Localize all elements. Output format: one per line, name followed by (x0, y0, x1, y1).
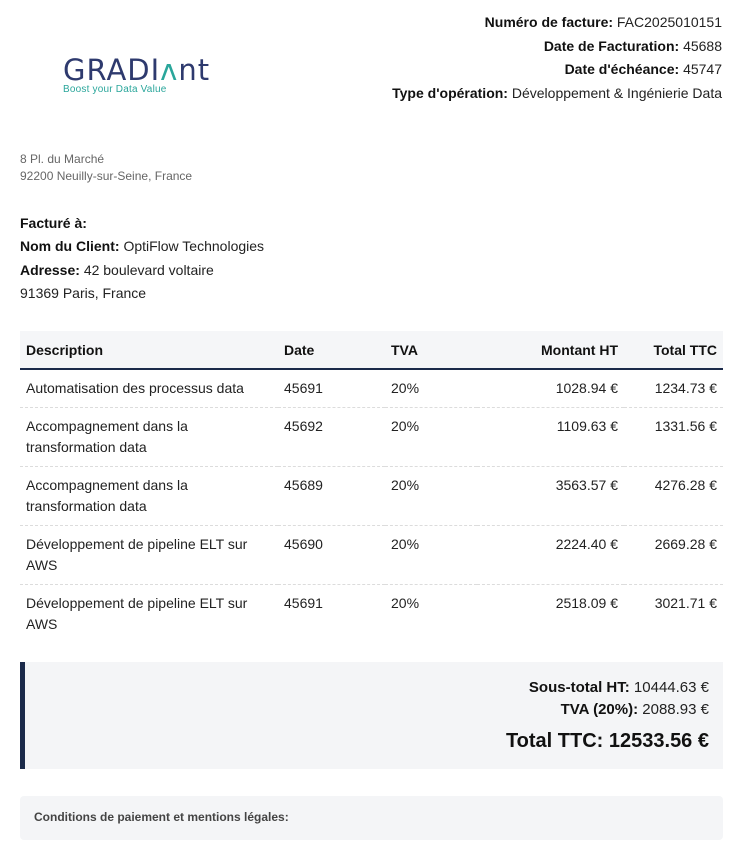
due-date: 45747 (683, 61, 722, 77)
invoice-number-row: Numéro de facture: FAC2025010151 (484, 14, 722, 30)
table-row: Automatisation des processus data 45691 … (20, 369, 723, 408)
row-tva: 20% (385, 525, 477, 585)
row-tva: 20% (385, 466, 477, 526)
subtotal-row: Sous-total HT: 10444.63 € (528, 679, 709, 696)
client-address-line2: 91369 Paris, France (20, 284, 147, 301)
row-tva: 20% (385, 369, 477, 408)
billed-to-label: Facturé à: (20, 215, 87, 231)
header-description: Description (20, 331, 278, 370)
row-tva: 20% (391, 595, 420, 611)
tva-row: TVA (20%): 2088.93 € (560, 701, 709, 718)
row-date: 45692 (278, 407, 385, 467)
row-amount-ht: 2224.40 € (477, 525, 624, 585)
row-description: Accompagnement dans la transformation da… (20, 407, 278, 467)
payment-conditions-label: Conditions de paiement et mentions légal… (34, 810, 289, 824)
operation-type-row: Type d'opération: Développement & Ingéni… (392, 84, 722, 101)
row-total-ttc: 3021.71 € (654, 595, 717, 611)
row-total-ttc: 1331.56 € (624, 407, 723, 467)
row-description: Développement de pipeline ELT sur AWS (26, 595, 248, 632)
grand-total-row: Total TTC: 12533.56 € (505, 730, 709, 752)
client-address-line1: 42 boulevard voltaire (83, 261, 214, 278)
grand-total-value: 12533.56 € (608, 730, 709, 752)
row-date: 45690 (278, 525, 385, 585)
table-row: Accompagnement dans la transformation da… (20, 466, 723, 526)
row-date: 45691 (284, 595, 323, 611)
row-amount-ht: 1028.94 € (477, 369, 624, 408)
company-logo: GRADIʌnt Boost your Data Value (63, 55, 223, 95)
row-tva: 20% (385, 407, 477, 467)
logo-wordmark: GRADIʌnt (63, 53, 211, 87)
operation-type: Développement & Ingénierie Data (511, 84, 722, 101)
table-row: Développement de pipeline ELT sur AWS 45… (20, 525, 723, 585)
header-amount-ht: Montant HT (477, 331, 624, 370)
subtotal-value: 10444.63 € (633, 679, 709, 696)
row-amount-ht: 2518.09 € (555, 595, 618, 611)
header-tva: TVA (385, 331, 477, 370)
table-row: Accompagnement dans la transformation da… (20, 407, 723, 467)
header-total-ttc: Total TTC (624, 331, 723, 370)
row-date: 45691 (278, 369, 385, 408)
company-address-line1: 8 Pl. du Marché (20, 152, 105, 166)
invoice-date-row: Date de Facturation: 45688 (543, 37, 722, 54)
row-description: Développement de pipeline ELT sur AWS (20, 525, 278, 585)
row-total-ttc: 1234.73 € (624, 369, 723, 408)
company-address-line2: 92200 Neuilly-sur-Seine, France (20, 169, 193, 183)
header-date: Date (278, 331, 385, 370)
row-date: 45689 (278, 466, 385, 526)
row-description: Accompagnement dans la transformation da… (20, 466, 278, 526)
table-header-row: Description Date TVA Montant HT Total TT… (20, 331, 723, 370)
client-name: OptiFlow Technologies (123, 238, 265, 255)
row-total-ttc: 4276.28 € (624, 466, 723, 526)
due-date-row: Date d'échéance: 45747 (564, 61, 722, 77)
invoice-date: 45688 (683, 37, 722, 54)
invoice-number: FAC2025010151 (616, 14, 722, 30)
row-total-ttc: 2669.28 € (624, 525, 723, 585)
row-amount-ht: 1109.63 € (477, 407, 624, 467)
tva-value: 2088.93 € (642, 701, 709, 718)
billed-to-block: Facturé à: Nom du Client: OptiFlow Techn… (20, 212, 264, 305)
invoice-items-table: Description Date TVA Montant HT Total TT… (20, 331, 723, 643)
row-amount-ht: 3563.57 € (477, 466, 624, 526)
invoice-meta: Numéro de facture: FAC2025010151 Date de… (392, 11, 722, 105)
table-row: Développement de pipeline ELT sur AWS 45… (20, 585, 723, 644)
row-description: Automatisation des processus data (20, 369, 278, 408)
company-address: 8 Pl. du Marché 92200 Neuilly-sur-Seine,… (20, 151, 192, 185)
payment-conditions: Conditions de paiement et mentions légal… (20, 796, 723, 840)
totals-box: Sous-total HT: 10444.63 € TVA (20%): 208… (20, 662, 723, 769)
